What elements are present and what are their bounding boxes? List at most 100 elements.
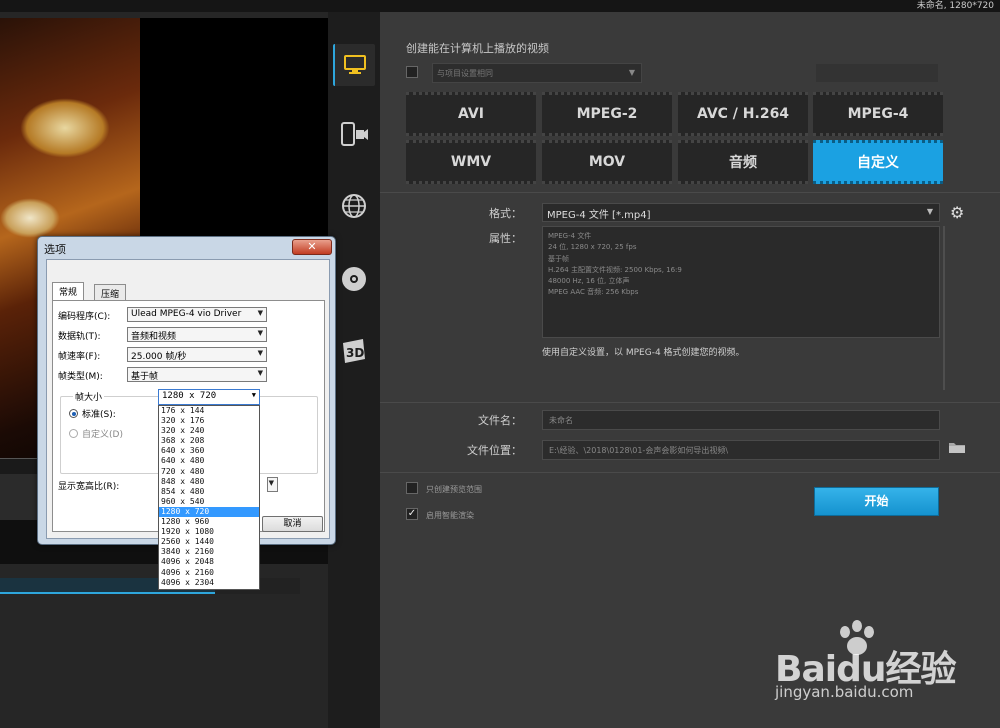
frame-size-dropdown: 176 x 144 320 x 176 320 x 240 368 x 208 … bbox=[158, 405, 260, 590]
dropdown-option[interactable]: 640 x 480 bbox=[159, 456, 259, 466]
dropdown-option[interactable]: 3840 x 2160 bbox=[159, 547, 259, 557]
data-track-select[interactable]: 音频和视频 ▼ bbox=[127, 327, 267, 342]
file-location-input[interactable]: E:\经验、\2018\0128\01-会声会影如何导出视频\ bbox=[542, 440, 940, 460]
3d-icon[interactable]: 3D bbox=[333, 330, 375, 372]
dropdown-option[interactable]: 320 x 176 bbox=[159, 416, 259, 426]
dropdown-option[interactable]: 854 x 480 bbox=[159, 487, 259, 497]
encoder-select[interactable]: Ulead MPEG-4 vio Driver ▼ bbox=[127, 307, 267, 322]
dropdown-option[interactable]: 176 x 144 bbox=[159, 406, 259, 416]
mobile-device-icon[interactable] bbox=[333, 113, 375, 155]
app-window: 未命名, 1280*720 3D 创建能在计算机上播放的视频 与项目设置相同 ▼… bbox=[0, 0, 1000, 728]
same-as-project-checkbox[interactable] bbox=[406, 66, 418, 78]
custom-label: 自定义(D) bbox=[82, 430, 123, 440]
folder-icon[interactable] bbox=[948, 440, 966, 458]
scrollbar[interactable] bbox=[943, 226, 945, 390]
start-button[interactable]: 开始 bbox=[814, 487, 939, 516]
frame-rate-label: 帧速率(F): bbox=[58, 352, 101, 362]
divider bbox=[380, 402, 1000, 403]
smart-render-checkbox[interactable]: ✓ bbox=[406, 508, 418, 520]
encoder-value: Ulead MPEG-4 vio Driver bbox=[131, 309, 242, 319]
project-title: 未命名, 1280*720 bbox=[916, 1, 994, 11]
divider bbox=[380, 192, 1000, 193]
filename-input[interactable]: 未命名 bbox=[542, 410, 940, 430]
divider bbox=[380, 472, 1000, 473]
format-audio-button[interactable]: 音频 bbox=[678, 140, 808, 184]
chevron-down-icon: ▼ bbox=[257, 309, 263, 317]
frame-size-title: 帧大小 bbox=[73, 390, 105, 403]
property-line: 24 位, 1280 x 720, 25 fps bbox=[548, 243, 637, 252]
disabled-button bbox=[815, 63, 939, 83]
properties-label: 属性： bbox=[489, 232, 522, 245]
standard-radio[interactable] bbox=[69, 409, 78, 418]
chevron-down-icon: ▼ bbox=[251, 391, 256, 399]
aspect-ratio-label: 显示宽高比(R): bbox=[58, 482, 120, 492]
format-mpeg4-button[interactable]: MPEG-4 bbox=[813, 92, 943, 136]
timeline-progress bbox=[0, 592, 215, 594]
dropdown-option[interactable]: 640 x 360 bbox=[159, 446, 259, 456]
format-avc-h264-button[interactable]: AVC / H.264 bbox=[678, 92, 808, 136]
dropdown-option[interactable]: 960 x 540 bbox=[159, 497, 259, 507]
dropdown-option[interactable]: 4096 x 2048 bbox=[159, 557, 259, 567]
chevron-down-icon: ▼ bbox=[926, 207, 933, 216]
format-mpeg2-button[interactable]: MPEG-2 bbox=[542, 92, 672, 136]
property-line: 48000 Hz, 16 位, 立体声 bbox=[548, 277, 630, 286]
preview-range-label: 只创建预览范围 bbox=[426, 485, 482, 494]
3d-label: 3D bbox=[346, 346, 364, 360]
file-location-label: 文件位置： bbox=[467, 444, 522, 457]
dropdown-option[interactable]: 1280 x 960 bbox=[159, 517, 259, 527]
format-description: 使用自定义设置，以 MPEG-4 格式创建您的视频。 bbox=[542, 348, 745, 358]
top-bar: 未命名, 1280*720 bbox=[0, 0, 1000, 12]
frame-rate-select[interactable]: 25.000 帧/秒 ▼ bbox=[127, 347, 267, 362]
disc-icon[interactable] bbox=[333, 258, 375, 300]
frame-type-value: 基于帧 bbox=[131, 372, 159, 382]
project-settings-label: 与项目设置相同 bbox=[437, 69, 493, 78]
format-avi-button[interactable]: AVI bbox=[406, 92, 536, 136]
format-wmv-button[interactable]: WMV bbox=[406, 140, 536, 184]
preview-range-checkbox[interactable] bbox=[406, 482, 418, 494]
frame-type-select[interactable]: 基于帧 ▼ bbox=[127, 367, 267, 382]
close-icon[interactable]: ✕ bbox=[292, 239, 332, 255]
frame-size-value: 1280 x 720 bbox=[162, 391, 217, 401]
format-select[interactable]: MPEG-4 文件 [*.mp4] ▼ bbox=[542, 203, 940, 222]
computer-icon[interactable] bbox=[333, 44, 375, 86]
frame-rate-value: 25.000 帧/秒 bbox=[131, 352, 187, 362]
cancel-button[interactable]: 取消 bbox=[262, 516, 323, 532]
project-settings-select[interactable]: 与项目设置相同 ▼ bbox=[432, 63, 642, 83]
chevron-down-icon: ▼ bbox=[628, 68, 635, 77]
chevron-down-icon: ▼ bbox=[257, 369, 263, 377]
dropdown-option[interactable]: 4096 x 2304 bbox=[159, 578, 259, 588]
dropdown-option[interactable]: 720 x 480 bbox=[159, 467, 259, 477]
property-line: MPEG-4 文件 bbox=[548, 232, 592, 240]
format-custom-button[interactable]: 自定义 bbox=[813, 140, 943, 184]
dialog-title: 选项 bbox=[44, 243, 66, 256]
dropdown-option-selected[interactable]: 1280 x 720 bbox=[159, 506, 259, 518]
format-mov-button[interactable]: MOV bbox=[542, 140, 672, 184]
tab-general[interactable]: 常规 bbox=[52, 282, 85, 300]
data-track-label: 数据轨(T): bbox=[58, 332, 101, 342]
globe-icon[interactable] bbox=[333, 185, 375, 227]
tab-compression[interactable]: 压缩 bbox=[94, 284, 127, 300]
chevron-down-icon: ▼ bbox=[268, 479, 274, 487]
chevron-down-icon: ▼ bbox=[257, 349, 263, 357]
panel-title: 创建能在计算机上播放的视频 bbox=[406, 42, 549, 55]
smart-render-label: 启用智能渲染 bbox=[426, 511, 474, 520]
video-highlight bbox=[20, 98, 110, 158]
aspect-ratio-select[interactable]: ▼ bbox=[267, 477, 278, 492]
dropdown-option[interactable]: 4096 x 2160 bbox=[159, 568, 259, 578]
data-track-value: 音频和视频 bbox=[131, 332, 177, 342]
frame-size-select[interactable]: 1280 x 720 ▼ bbox=[158, 389, 260, 405]
gear-icon[interactable]: ⚙ bbox=[950, 203, 964, 222]
video-highlight bbox=[0, 198, 60, 238]
property-line: MPEG AAC 音频: 256 Kbps bbox=[548, 288, 639, 297]
dropdown-option[interactable]: 368 x 208 bbox=[159, 436, 259, 446]
property-line: 基于帧 bbox=[548, 254, 569, 263]
encoder-label: 编码程序(C): bbox=[58, 312, 111, 322]
chevron-down-icon: ▼ bbox=[257, 329, 263, 337]
dropdown-option[interactable]: 1920 x 1080 bbox=[159, 527, 259, 537]
custom-radio[interactable] bbox=[69, 429, 78, 438]
format-value: MPEG-4 文件 [*.mp4] bbox=[547, 210, 651, 221]
dropdown-option[interactable]: 848 x 480 bbox=[159, 477, 259, 487]
watermark-url: jingyan.baidu.com bbox=[775, 683, 914, 701]
dropdown-option[interactable]: 320 x 240 bbox=[159, 426, 259, 436]
dropdown-option[interactable]: 2560 x 1440 bbox=[159, 537, 259, 547]
